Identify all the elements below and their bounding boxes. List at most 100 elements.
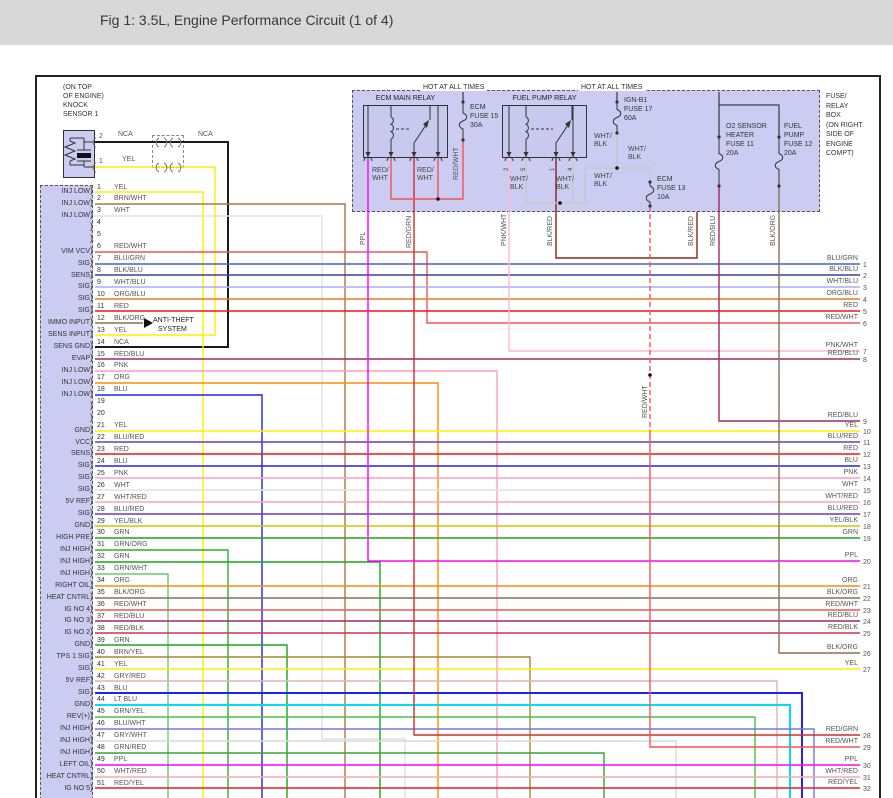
pin-bracket: ) — [90, 650, 93, 661]
pin-number: 24 — [97, 457, 105, 465]
right-wire-number: 16 — [863, 500, 871, 507]
pin-number: 20 — [97, 410, 105, 418]
pin-wire-color: PNK — [114, 469, 129, 477]
fuse-label: FUSE 12 — [784, 141, 813, 148]
pin-bracket: ) — [90, 208, 93, 219]
right-wire-number: 3 — [863, 285, 867, 292]
pin-bracket: ) — [90, 674, 93, 685]
pin-bracket: ) — [90, 256, 93, 267]
vertical-wire-label: BLK/ORG — [770, 214, 777, 246]
right-wire-color: RED/WHT — [825, 738, 858, 745]
fuse-label: IGN-B1 — [624, 97, 648, 104]
relay-pin-number: 5 — [521, 167, 527, 171]
fuse-label: ECM — [470, 104, 486, 111]
pin-wire-color: RED/BLK — [114, 624, 144, 632]
right-wire-color: WHT — [842, 481, 858, 488]
right-wire-color: YEL — [844, 660, 858, 667]
pin-wire-color: ORG/BLU — [114, 290, 146, 298]
relay-pin-number: 2 — [504, 167, 510, 171]
right-wire-number: 9 — [863, 419, 867, 426]
vertical-wire-label: BLK/RED — [547, 216, 554, 246]
pin-function-label: INJ LOW — [61, 390, 90, 398]
pin-wire-color: WHT/BLU — [114, 278, 146, 286]
fuse-relay-box-side-label: BOX — [826, 112, 841, 119]
fuse-label: 60A — [624, 115, 637, 122]
wire-color-label: RED/ — [372, 167, 389, 174]
pin-wire-color: YEL — [114, 660, 128, 668]
pin-wire-color: BLU/RED — [114, 434, 145, 442]
right-wire-number: 2 — [863, 273, 867, 280]
pin-number: 45 — [97, 708, 105, 716]
pin-wire-color: GRN/RED — [114, 744, 147, 752]
wire-color-label: WHT/ — [510, 176, 528, 183]
fuse-relay-box-side-label: (ON RIGHT — [826, 121, 863, 129]
pin-function-label: SIG — [77, 307, 90, 315]
pin-number: 50 — [97, 768, 105, 776]
pin-number: 28 — [97, 505, 105, 513]
pin-number: 42 — [97, 672, 105, 680]
relay-pin-number: 4 — [568, 167, 574, 171]
pin-bracket: ) — [90, 185, 93, 195]
pin-wire-color: GRY/WHT — [114, 732, 147, 740]
pin-wire-color: RED/WHT — [114, 243, 147, 251]
fuse-label: FUSE 11 — [726, 141, 754, 148]
pin-function-label: INJ HIGH — [60, 569, 90, 577]
wire-color-label: WHT — [417, 175, 433, 182]
right-wire-number: 30 — [863, 763, 871, 770]
right-wire-number: 28 — [863, 733, 871, 740]
right-wire-number: 4 — [863, 297, 867, 304]
pin-wire-color: BRN/YEL — [114, 648, 144, 656]
pin-wire-color: WHT/RED — [114, 768, 147, 776]
right-wire-number: 5 — [863, 309, 867, 316]
right-wire-color: RED/WHT — [825, 601, 858, 608]
pin-function-label: INJ LOW — [61, 378, 90, 386]
pin-function-label: GND — [74, 426, 90, 434]
pin-bracket: ) — [90, 352, 93, 363]
pin-function-label: SIG — [77, 474, 90, 482]
wire-label: 1 — [99, 158, 103, 165]
pin-number: 39 — [97, 636, 105, 644]
pin-number: 43 — [97, 684, 105, 692]
pin-number: 15 — [97, 350, 105, 358]
right-wire-color: BLK/ORG — [826, 589, 858, 596]
pin-function-label: REV(+) — [66, 712, 90, 720]
vertical-wire-label: BLK/RED — [688, 216, 695, 246]
pin-function-label: SIG — [77, 510, 90, 518]
pin-wire-color: BLU — [114, 386, 128, 394]
pin-bracket: ) — [90, 686, 93, 697]
pin-wire-color: YEL/BLK — [114, 517, 143, 525]
pin-number: 7 — [97, 255, 101, 263]
pin-number: 41 — [97, 660, 105, 668]
pin-wire-color: LT BLU — [114, 696, 138, 704]
fuse-label: HEATER — [726, 132, 754, 139]
pin-function-label: HIGH PRE — [56, 533, 90, 541]
pin-wire-color: RED/YEL — [114, 780, 144, 787]
fuse-label: ECM — [657, 176, 673, 183]
wire-color-label: WHT/ — [556, 176, 574, 183]
pin-wire-color: BLK/ORG — [114, 314, 146, 322]
pin-wire-color: ORG — [114, 374, 130, 382]
pin-wire-color: RED — [114, 302, 129, 310]
pin-number: 22 — [97, 434, 105, 442]
pin-bracket: ) — [90, 244, 93, 255]
pin-wire-color: ORG — [114, 577, 130, 585]
pin-wire-color: WHT — [114, 207, 130, 215]
pin-wire-color: RED — [114, 445, 129, 453]
pin-wire-color: GRY/RED — [114, 672, 146, 680]
right-wire-number: 26 — [863, 651, 871, 658]
pin-number: 6 — [97, 243, 101, 251]
pin-wire-color: BLU/WHT — [114, 720, 146, 728]
pin-number: 29 — [97, 517, 105, 525]
knock-sensor-location-label: KNOCK — [63, 102, 88, 109]
pin-number: 32 — [97, 553, 105, 561]
pin-bracket: ) — [90, 447, 93, 458]
pin-number: 17 — [97, 374, 105, 382]
pin-function-label: INJ HIGH — [60, 748, 90, 756]
fuse-label: 10A — [657, 194, 670, 201]
pin-wire-color: GRN — [114, 553, 130, 561]
pin-number: 19 — [97, 398, 105, 406]
pin-function-label: GND — [74, 700, 90, 708]
fuse-label: FUSE 17 — [624, 106, 653, 113]
pin-number: 23 — [97, 445, 105, 453]
pin-number: 40 — [97, 648, 105, 656]
